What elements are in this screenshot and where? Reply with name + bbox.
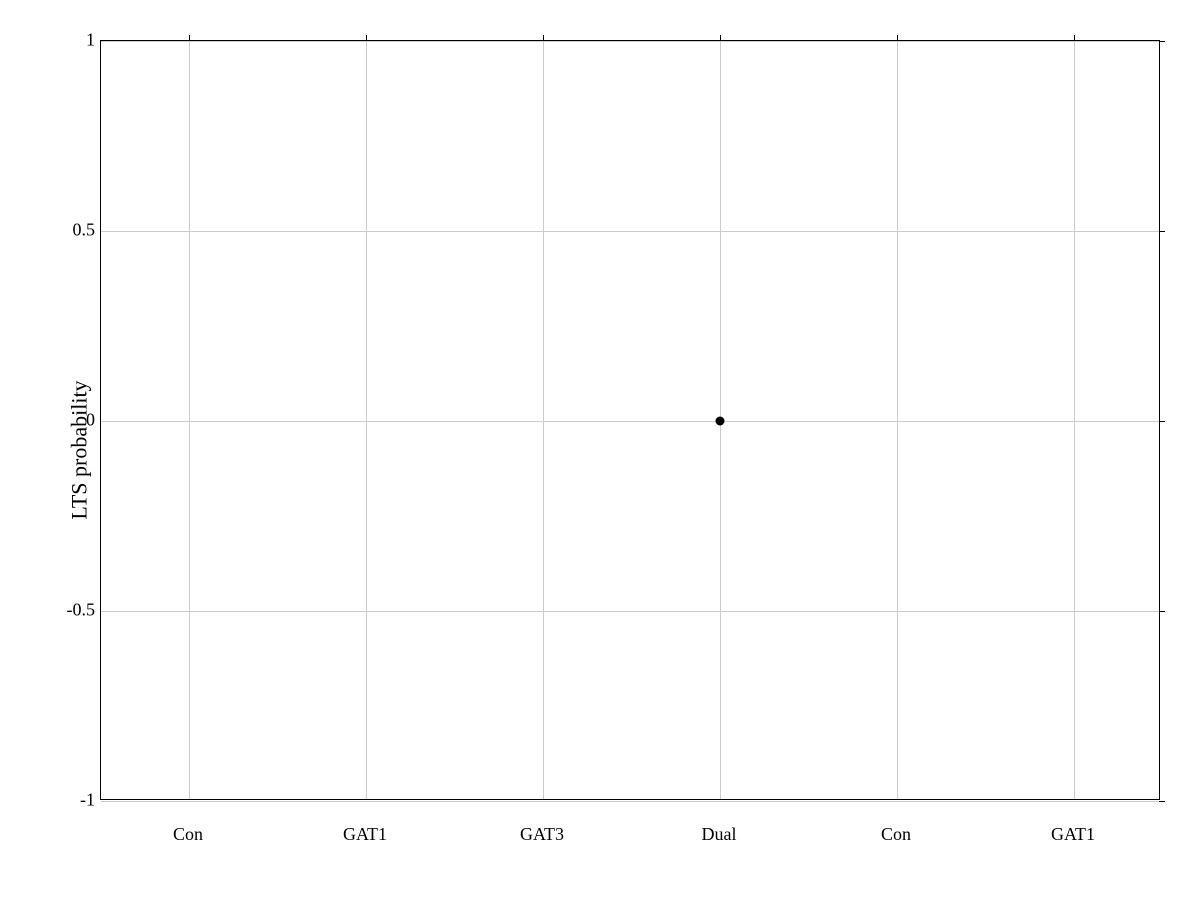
chart-plot-area	[100, 40, 1160, 800]
gridline-h-1	[101, 41, 1159, 42]
gridline-v-5	[1074, 41, 1075, 799]
x-tick-gat1a: GAT1	[343, 824, 387, 845]
tick-top-0	[189, 35, 190, 41]
gridline-v-0	[189, 41, 190, 799]
y-tick-n05: -0.5	[67, 600, 96, 621]
gridline-v-1	[366, 41, 367, 799]
x-tick-con2: Con	[881, 824, 911, 845]
tick-top-5	[1074, 35, 1075, 41]
tick-right-0	[1159, 421, 1165, 422]
y-tick-n1: -1	[80, 790, 95, 811]
chart-container: LTS probability	[0, 0, 1200, 900]
tick-top-4	[897, 35, 898, 41]
y-axis-label: LTS probability	[67, 380, 93, 519]
gridline-v-4	[897, 41, 898, 799]
tick-right-05	[1159, 231, 1165, 232]
gridline-v-2	[543, 41, 544, 799]
tick-top-3	[720, 35, 721, 41]
tick-right-n05	[1159, 611, 1165, 612]
data-point-0	[716, 417, 725, 426]
x-tick-gat1b: GAT1	[1051, 824, 1095, 845]
y-tick-0: 0	[86, 410, 95, 431]
x-tick-dual: Dual	[702, 824, 737, 845]
y-tick-05: 0.5	[73, 220, 96, 241]
gridline-h-05	[101, 231, 1159, 232]
tick-top-2	[543, 35, 544, 41]
gridline-h-0	[101, 421, 1159, 422]
x-tick-con1: Con	[173, 824, 203, 845]
tick-top-1	[366, 35, 367, 41]
tick-right-n1	[1159, 801, 1165, 802]
gridline-h-n1	[101, 801, 1159, 802]
y-tick-1: 1	[86, 30, 95, 51]
tick-right-1	[1159, 41, 1165, 42]
x-tick-gat3: GAT3	[520, 824, 564, 845]
gridline-h-n05	[101, 611, 1159, 612]
